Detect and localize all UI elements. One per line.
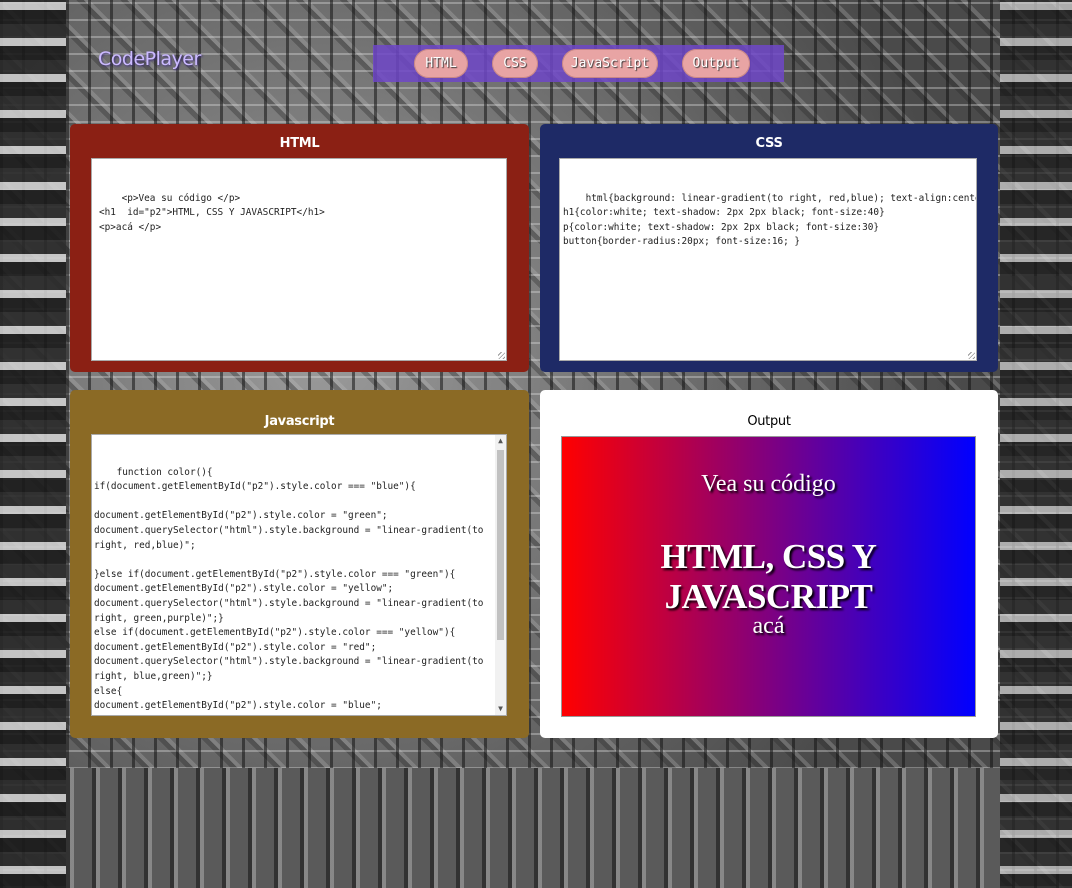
html-panel: HTML <p>Vea su código </p> <h1 id="p2">H… (70, 124, 529, 372)
editor-scrollbar[interactable]: ▲ ▼ (495, 435, 506, 715)
toggle-javascript-button[interactable]: JavaScript (562, 49, 658, 78)
background-strip-left (0, 0, 66, 888)
resize-handle-icon[interactable] (498, 352, 505, 359)
toolbar: HTML CSS JavaScript Output (373, 45, 784, 82)
javascript-code-editor[interactable]: function color(){ if(document.getElement… (91, 434, 507, 716)
css-code-editor[interactable]: html{background: linear-gradient(to righ… (559, 158, 977, 361)
html-code-text: <p>Vea su código </p> <h1 id="p2">HTML, … (99, 192, 325, 233)
css-panel: CSS html{background: linear-gradient(to … (540, 124, 998, 372)
background-band-bottom (66, 768, 1000, 888)
toggle-output-button[interactable]: Output (682, 49, 750, 78)
output-paragraph-1: Vea su código (701, 471, 836, 497)
resize-handle-icon[interactable] (968, 352, 975, 359)
scrollbar-thumb[interactable] (497, 450, 504, 640)
output-preview[interactable]: Vea su código HTML, CSS Y JAVASCRIPT acá (561, 436, 976, 717)
css-code-text: html{background: linear-gradient(to righ… (563, 192, 976, 248)
background-strip-right (1000, 0, 1072, 888)
output-panel: Output Vea su código HTML, CSS Y JAVASCR… (540, 390, 998, 738)
output-heading[interactable]: HTML, CSS Y JAVASCRIPT (562, 537, 975, 617)
javascript-code-text: function color(){ if(document.getElement… (94, 466, 484, 715)
output-paragraph-2: acá (752, 613, 785, 639)
output-panel-title: Output (747, 414, 791, 429)
chevron-up-icon[interactable]: ▲ (495, 435, 506, 447)
html-code-editor[interactable]: <p>Vea su código </p> <h1 id="p2">HTML, … (91, 158, 507, 361)
html-panel-title: HTML (279, 136, 320, 151)
toggle-css-button[interactable]: CSS (492, 49, 538, 78)
chevron-down-icon[interactable]: ▼ (495, 703, 506, 715)
javascript-panel: Javascript function color(){ if(document… (70, 390, 529, 738)
javascript-panel-title: Javascript (264, 414, 335, 429)
toggle-html-button[interactable]: HTML (414, 49, 468, 78)
app-logo: CodePlayer (98, 48, 201, 70)
css-panel-title: CSS (755, 136, 783, 151)
